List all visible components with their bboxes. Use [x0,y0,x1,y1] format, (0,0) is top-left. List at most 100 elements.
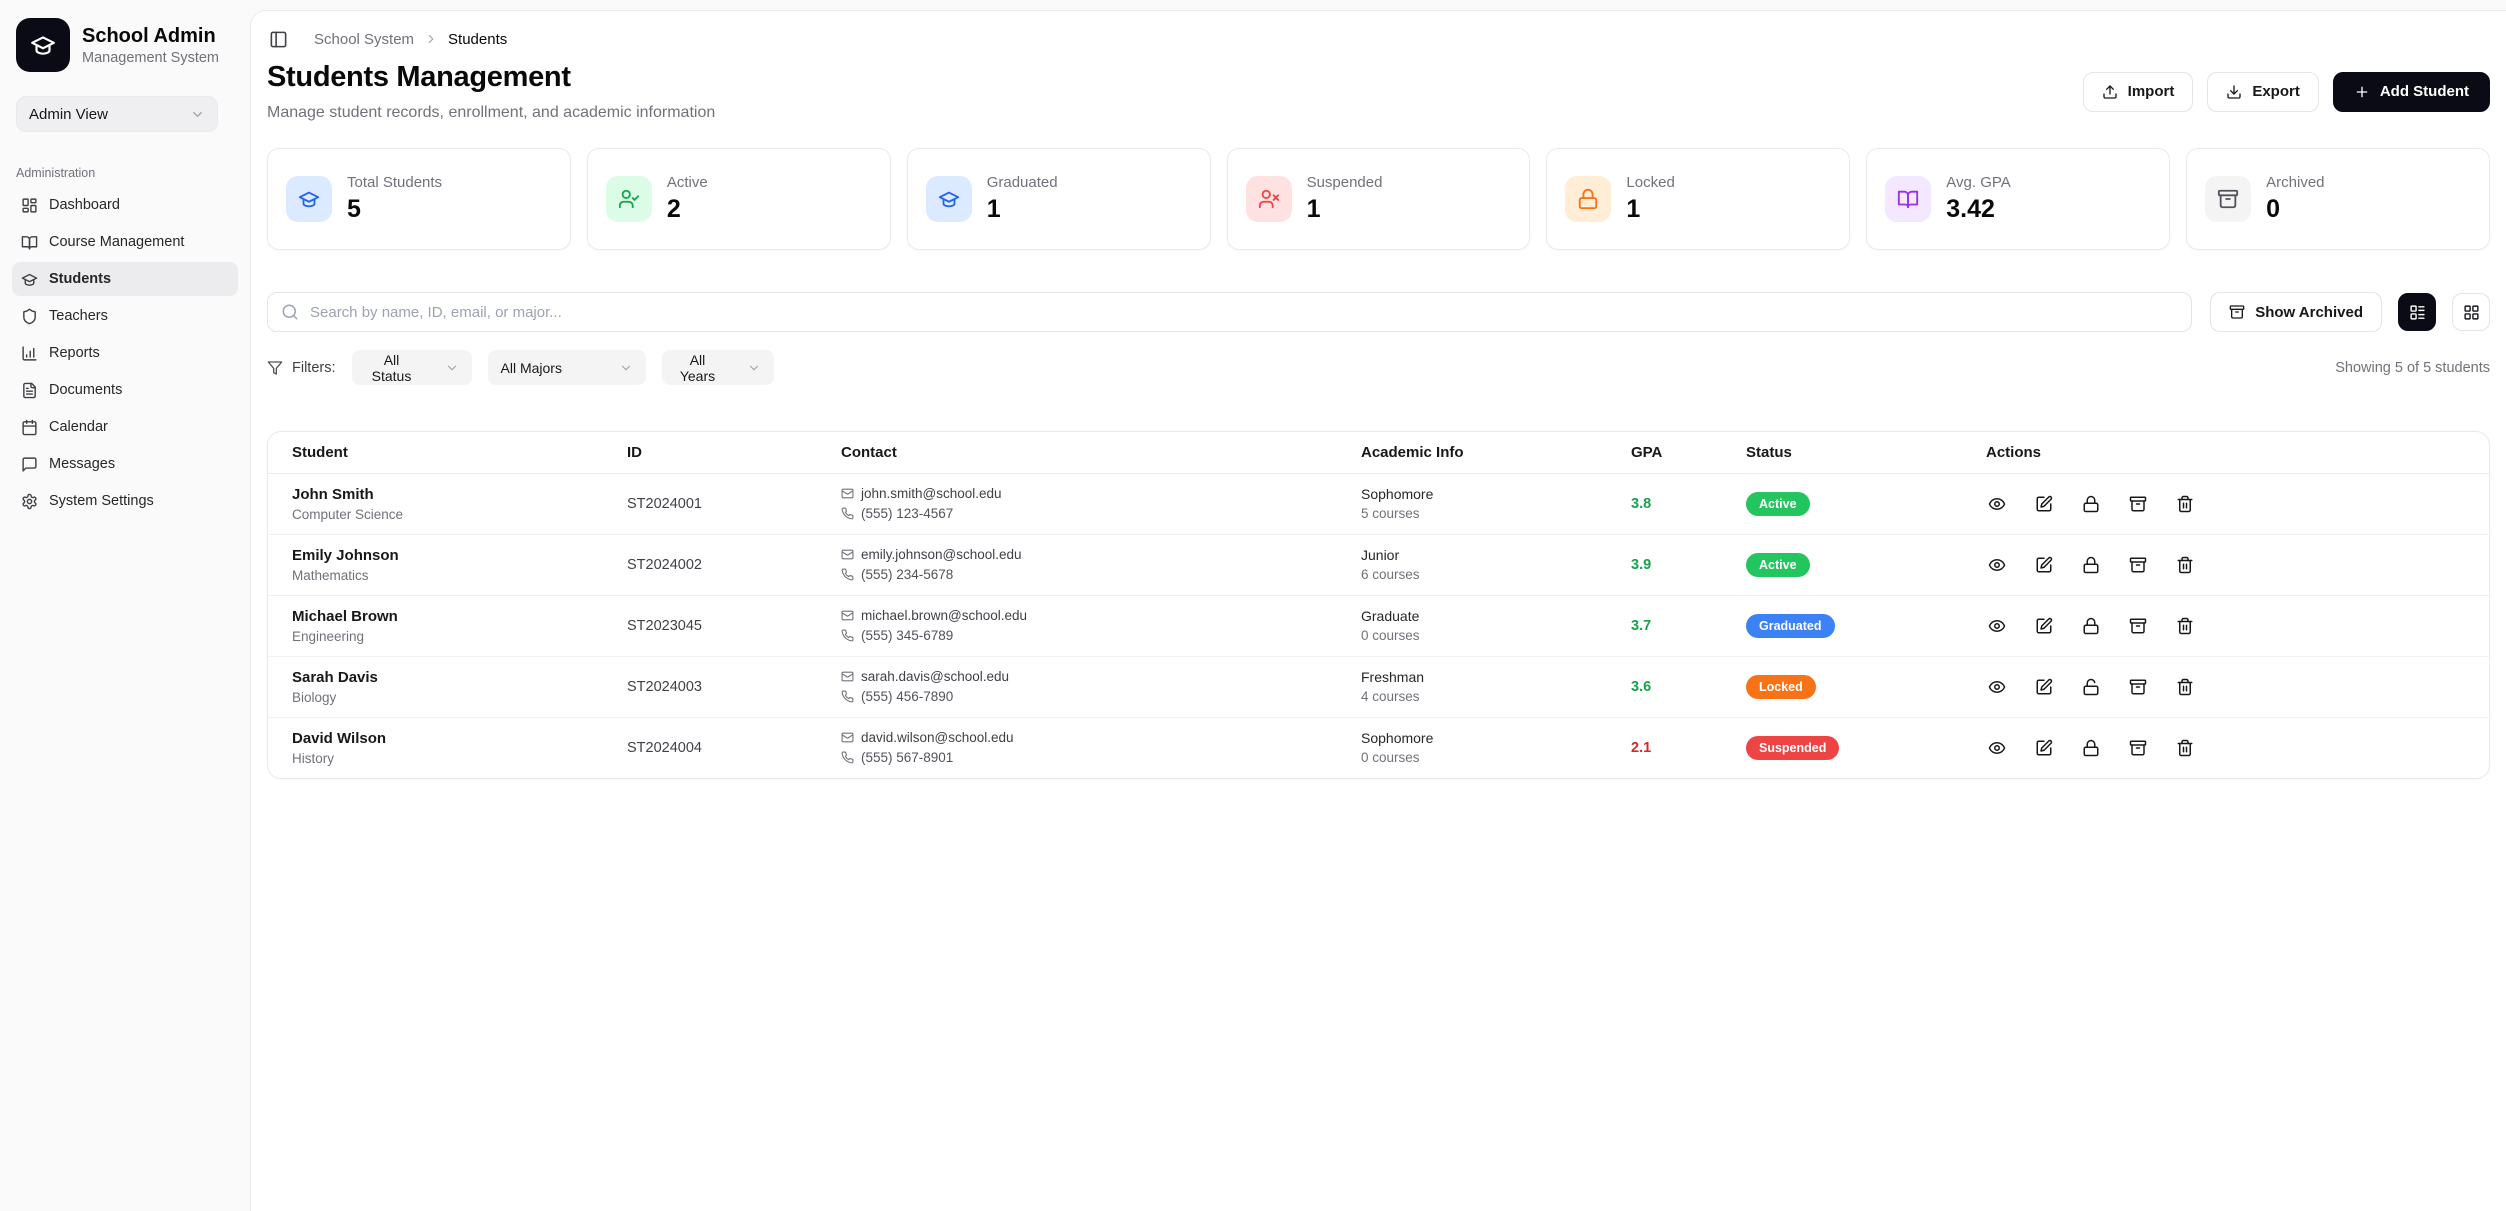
student-name[interactable]: David Wilson [292,730,593,747]
sidebar-nav: Dashboard Course Management Students Tea… [12,188,238,518]
sidebar: School Admin Management System Admin Vie… [0,0,250,1211]
breadcrumb-current: Students [448,31,507,48]
chevron-down-icon [445,361,459,375]
view-button[interactable] [1986,676,2008,698]
trash-icon [2176,739,2194,757]
archive-icon [2129,495,2147,513]
student-major: Computer Science [292,507,593,522]
student-name[interactable]: Michael Brown [292,608,593,625]
stat-label: Locked [1626,174,1674,191]
upload-icon [2102,84,2118,100]
column-header-id: ID [603,432,817,473]
delete-button[interactable] [2174,554,2196,576]
delete-button[interactable] [2174,676,2196,698]
breadcrumb-root[interactable]: School System [314,31,414,48]
years-filter-select[interactable]: All Years [662,350,774,385]
column-header-contact: Contact [817,432,1337,473]
row-actions [1986,676,2479,698]
list-view-icon [2409,304,2426,321]
toolbar: Show Archived [267,292,2490,332]
view-button[interactable] [1986,554,2008,576]
lock-button[interactable] [2080,493,2102,515]
student-name[interactable]: Sarah Davis [292,669,593,686]
archive-button[interactable] [2127,676,2149,698]
status-filter-select[interactable]: All Status [352,350,472,385]
lock-icon [2082,739,2100,757]
breadcrumb-bar: School System Students [267,11,2490,53]
sidebar-item-label: Dashboard [49,197,120,213]
sidebar-item-dashboard[interactable]: Dashboard [12,188,238,222]
student-year: Sophomore [1361,730,1597,746]
show-archived-button[interactable]: Show Archived [2210,292,2382,332]
student-name[interactable]: John Smith [292,486,593,503]
brand-title: School Admin [82,24,219,48]
chevron-down-icon [190,107,205,122]
sidebar-item-label: System Settings [49,493,154,509]
row-actions [1986,615,2479,637]
archive-button[interactable] [2127,554,2149,576]
edit-button[interactable] [2033,737,2055,759]
stats-row: Total Students5 Active2 Graduated1 Suspe… [267,148,2490,250]
status-badge: Suspended [1746,736,1839,760]
sidebar-toggle-button[interactable] [267,28,290,51]
sidebar-item-students[interactable]: Students [12,262,238,296]
delete-button[interactable] [2174,493,2196,515]
filters-label: Filters: [267,360,336,376]
grid-view-toggle[interactable] [2452,293,2490,331]
archive-button[interactable] [2127,615,2149,637]
edit-button[interactable] [2033,554,2055,576]
search-input[interactable] [267,292,2192,332]
phone-icon [841,568,854,581]
sidebar-item-documents[interactable]: Documents [12,373,238,407]
import-button[interactable]: Import [2083,72,2194,112]
student-id: ST2023045 [627,618,702,634]
sidebar-item-course-management[interactable]: Course Management [12,225,238,259]
trash-icon [2176,617,2194,635]
breadcrumb: School System Students [314,31,507,48]
stat-value: 3.42 [1946,195,2010,224]
export-button[interactable]: Export [2207,72,2319,112]
delete-button[interactable] [2174,615,2196,637]
sidebar-item-calendar[interactable]: Calendar [12,410,238,444]
edit-button[interactable] [2033,615,2055,637]
user-x-icon [1246,176,1292,222]
lock-button[interactable] [2080,554,2102,576]
view-button[interactable] [1986,737,2008,759]
graduation-cap-icon [286,176,332,222]
stat-value: 1 [1626,195,1674,224]
lock-button[interactable] [2080,676,2102,698]
sidebar-section-label: Administration [16,166,234,180]
sidebar-item-teachers[interactable]: Teachers [12,299,238,333]
add-student-button[interactable]: Add Student [2333,72,2490,112]
edit-icon [2035,678,2053,696]
student-courses: 6 courses [1361,567,1597,582]
trash-icon [2176,556,2194,574]
sidebar-item-label: Students [49,271,111,287]
view-button[interactable] [1986,493,2008,515]
sidebar-item-system-settings[interactable]: System Settings [12,484,238,518]
view-button[interactable] [1986,615,2008,637]
eye-icon [1988,739,2006,757]
sidebar-item-reports[interactable]: Reports [12,336,238,370]
archive-button[interactable] [2127,493,2149,515]
student-email: john.smith@school.edu [861,486,1002,501]
archive-button[interactable] [2127,737,2149,759]
delete-button[interactable] [2174,737,2196,759]
student-name[interactable]: Emily Johnson [292,547,593,564]
edit-button[interactable] [2033,493,2055,515]
row-actions [1986,737,2479,759]
list-view-toggle[interactable] [2398,293,2436,331]
majors-filter-select[interactable]: All Majors [488,350,646,385]
lock-button[interactable] [2080,615,2102,637]
sidebar-item-messages[interactable]: Messages [12,447,238,481]
role-selector[interactable]: Admin View [16,96,218,132]
student-courses: 5 courses [1361,506,1597,521]
stat-value: 5 [347,195,442,224]
lock-icon [2082,678,2100,696]
bar-chart-icon [21,345,38,362]
table-row: John Smith Computer Science ST2024001 jo… [268,473,2489,534]
lock-button[interactable] [2080,737,2102,759]
student-email: david.wilson@school.edu [861,730,1014,745]
stat-card-archived: Archived0 [2186,148,2490,250]
edit-button[interactable] [2033,676,2055,698]
